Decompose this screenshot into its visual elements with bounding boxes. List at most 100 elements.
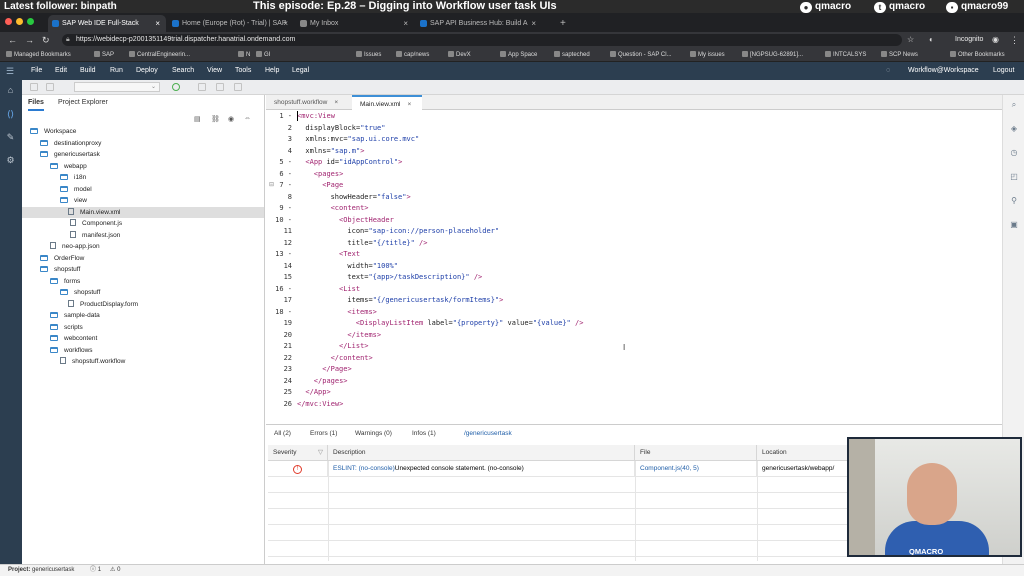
tree-file[interactable]: ProductDisplay.form	[22, 299, 264, 310]
tree-folder[interactable]: i18n	[22, 172, 264, 183]
storyboard-icon[interactable]: ▣	[1009, 220, 1019, 230]
code-editor[interactable]: 1 -2345 -6 -7 -89 -10 -11 12 13 -14 15 16 -1…	[266, 110, 1002, 422]
bookmark-item[interactable]: GI	[256, 48, 270, 62]
code-line[interactable]: <content>	[331, 203, 369, 215]
filter-icon[interactable]: ▽	[318, 445, 323, 461]
bookmark-item[interactable]: N	[238, 48, 250, 62]
incognito-avatar-icon[interactable]: ◉	[992, 32, 999, 48]
status-errors[interactable]: ⓘ 1	[90, 565, 101, 576]
code-line[interactable]: </content>	[331, 353, 373, 365]
code-line[interactable]: showHeader="false">	[331, 192, 411, 204]
code-line[interactable]: <items>	[347, 307, 377, 319]
debug-icon[interactable]: ✎	[5, 132, 16, 143]
tree-file[interactable]: Component.js	[22, 218, 264, 229]
tree-folder[interactable]: webcontent	[22, 333, 264, 344]
browser-menu-icon[interactable]: ⋮	[1010, 32, 1019, 48]
code-line[interactable]: </items>	[347, 330, 381, 342]
code-line[interactable]: </mvc:View>	[297, 399, 343, 411]
link-icon[interactable]: ⛓	[211, 115, 220, 123]
code-line[interactable]: </List>	[339, 341, 369, 353]
menu-view[interactable]: View	[207, 62, 222, 80]
url-input[interactable]: 🔒︎ https://webidecp-p2001351149trial.dis…	[62, 34, 902, 46]
new-tab-button[interactable]: +	[556, 15, 566, 32]
problems-filter-tab[interactable]: Warnings (0)	[355, 429, 392, 439]
bookmark-item[interactable]: Question - SAP Cl...	[610, 48, 672, 62]
tree-folder[interactable]: model	[22, 184, 264, 195]
window-minimize-icon[interactable]	[16, 18, 23, 25]
bookmark-item[interactable]: Other Bookmarks	[950, 48, 1005, 62]
code-line[interactable]: width="100%"	[347, 261, 398, 273]
workspace-label[interactable]: Workflow@Workspace	[908, 62, 979, 80]
collaboration-icon[interactable]: ◰	[1009, 172, 1019, 182]
tree-file[interactable]: Main.view.xml	[22, 206, 264, 218]
bookmark-item[interactable]: INTCALSYS	[825, 48, 866, 62]
close-tab-icon[interactable]: ×	[407, 101, 411, 108]
tree-folder[interactable]: destinationproxy	[22, 138, 264, 149]
problem-file-link[interactable]: Component.js(40, 5)	[635, 461, 757, 477]
bookmark-item[interactable]: Issues	[356, 48, 381, 62]
code-line[interactable]: <List	[339, 284, 360, 296]
back-icon[interactable]: ←	[8, 32, 17, 48]
code-line[interactable]: </pages>	[314, 376, 348, 388]
bookmark-item[interactable]: App Space	[500, 48, 537, 62]
hamburger-icon[interactable]: ☰	[6, 62, 14, 80]
save-icon[interactable]	[30, 83, 38, 91]
code-line[interactable]: <DisplayListItem label="{property}" valu…	[356, 318, 584, 330]
editor-tab[interactable]: shopstuff.workflow ×	[266, 95, 352, 110]
code-line[interactable]: title="{/title}" />	[347, 238, 427, 250]
bookmark-item[interactable]: DevX	[448, 48, 471, 62]
tree-folder[interactable]: forms	[22, 276, 264, 287]
close-tab-icon[interactable]: ×	[403, 15, 408, 32]
menu-edit[interactable]: Edit	[55, 62, 67, 80]
menu-run[interactable]: Run	[110, 62, 123, 80]
problem-rule[interactable]: ESLINT: (no-console)	[333, 465, 395, 472]
window-zoom-icon[interactable]	[27, 18, 34, 25]
tree-file[interactable]: shopstuff.workflow	[22, 356, 264, 367]
tree-file[interactable]: manifest.json	[22, 230, 264, 241]
tree-folder[interactable]: shopstuff	[22, 287, 264, 298]
undo-icon[interactable]	[198, 83, 206, 91]
window-close-icon[interactable]	[5, 18, 12, 25]
menu-help[interactable]: Help	[265, 62, 279, 80]
tab-files[interactable]: Files	[28, 97, 44, 111]
bookmark-item[interactable]: SCP News	[881, 48, 918, 62]
code-line[interactable]: xmlns:mvc="sap.ui.core.mvc"	[305, 134, 419, 146]
extension-icon[interactable]: ◐	[929, 32, 934, 48]
search-icon[interactable]: ⌕	[1009, 100, 1019, 110]
fold-marker-icon[interactable]: ⊟	[269, 181, 274, 188]
close-tab-icon[interactable]: ×	[283, 15, 288, 32]
menu-deploy[interactable]: Deploy	[136, 62, 158, 80]
menu-tools[interactable]: Tools	[235, 62, 251, 80]
bookmark-item[interactable]: My issues	[690, 48, 725, 62]
menu-build[interactable]: Build	[80, 62, 96, 80]
code-line[interactable]: text="{app>/taskDescription}" />	[347, 272, 482, 284]
star-icon[interactable]: ☆	[907, 32, 914, 48]
tree-folder[interactable]: Workspace	[22, 126, 264, 137]
tree-folder[interactable]: view	[22, 195, 264, 206]
menu-legal[interactable]: Legal	[292, 62, 309, 80]
code-line[interactable]: </App>	[305, 387, 330, 399]
redo-icon[interactable]	[216, 83, 224, 91]
show-hidden-icon[interactable]: ◉	[228, 115, 234, 123]
tree-file[interactable]: neo-app.json	[22, 241, 264, 252]
code-line[interactable]: <mvc:View	[297, 111, 335, 123]
run-icon[interactable]	[172, 83, 180, 91]
tab-project-explorer[interactable]: Project Explorer	[58, 97, 108, 109]
code-line[interactable]: items="{/genericusertask/formItems}">	[347, 295, 503, 307]
editor-tab[interactable]: Main.view.xml ×	[352, 95, 422, 110]
browser-tab[interactable]: SAP API Business Hub: Build A ×	[416, 15, 542, 32]
tree-folder[interactable]: genericusertask	[22, 149, 264, 160]
home-icon[interactable]: ⌂	[5, 85, 16, 96]
problems-scope[interactable]: /genericusertask	[464, 429, 512, 439]
browser-tab[interactable]: My Inbox ×	[296, 15, 414, 32]
close-tab-icon[interactable]: ×	[155, 15, 160, 32]
save-all-icon[interactable]	[46, 83, 54, 91]
close-tab-icon[interactable]: ×	[531, 15, 536, 32]
problems-filter-tab[interactable]: Errors (1)	[310, 429, 337, 439]
outline-icon[interactable]: ◈	[1009, 124, 1019, 134]
close-tab-icon[interactable]: ×	[334, 99, 338, 106]
incognito-badge[interactable]: Incognito	[955, 32, 983, 48]
bookmark-item[interactable]: CentralEngineerin...	[129, 48, 190, 62]
col-file[interactable]: File	[635, 445, 757, 461]
code-line[interactable]: xmlns="sap.m">	[305, 146, 364, 158]
